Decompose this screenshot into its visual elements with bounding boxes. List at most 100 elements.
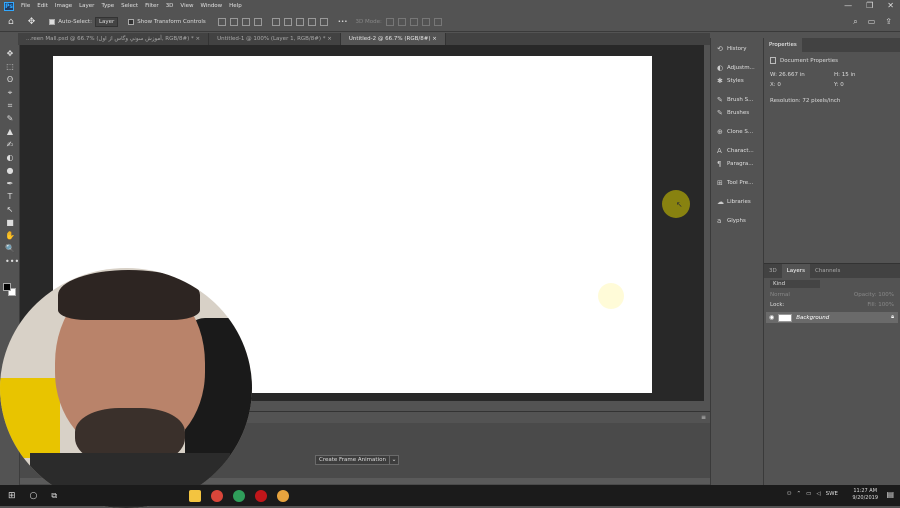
chrome-icon[interactable]: [211, 489, 224, 502]
type-tool-icon[interactable]: T: [5, 192, 15, 201]
distribute-spacing-icon[interactable]: [319, 17, 328, 26]
tab-untitled-2[interactable]: Untitled-2 @ 66.7% (RGB/8#) ×: [340, 33, 446, 45]
move-tool-icon[interactable]: ✥: [5, 49, 15, 58]
menu-type[interactable]: Type: [101, 3, 114, 9]
tab-layers[interactable]: Layers: [781, 264, 810, 278]
chrome-icon[interactable]: [277, 489, 290, 502]
pen-tool-icon[interactable]: ✒: [5, 179, 15, 188]
workspace-icon[interactable]: ▭: [868, 17, 876, 26]
tab-close-icon[interactable]: ×: [327, 36, 332, 42]
auto-select-checkbox[interactable]: [49, 18, 56, 25]
rectangle-tool-icon[interactable]: ■: [5, 218, 15, 227]
file-explorer-icon[interactable]: [189, 489, 202, 502]
align-bottom-icon[interactable]: [295, 17, 304, 26]
search-icon[interactable]: ⌕: [853, 17, 857, 27]
network-icon[interactable]: ▭: [806, 491, 811, 497]
lasso-tool-icon[interactable]: ʘ: [5, 75, 15, 84]
menu-image[interactable]: Image: [55, 3, 72, 9]
dock-libraries[interactable]: ☁ Libraries: [711, 195, 763, 208]
width-value[interactable]: 26.667 in: [779, 72, 805, 78]
fill-value[interactable]: 100%: [878, 302, 894, 308]
distribute-icon[interactable]: [253, 17, 262, 26]
people-icon[interactable]: ⚇: [787, 491, 792, 497]
dock-adjustments[interactable]: ◐ Adjustm...: [711, 61, 763, 74]
search-icon[interactable]: ○: [30, 491, 38, 501]
tab-channels[interactable]: Channels: [810, 264, 845, 278]
show-transform-option[interactable]: Show Transform Controls: [128, 18, 206, 25]
timeline-menu-icon[interactable]: ≡: [701, 414, 706, 421]
eraser-tool-icon[interactable]: ●: [5, 166, 15, 175]
clone-stamp-tool-icon[interactable]: ◐: [5, 153, 15, 162]
tab-properties[interactable]: Properties: [764, 38, 802, 52]
notifications-icon[interactable]: ▤: [886, 490, 894, 499]
minimize-button[interactable]: —: [844, 1, 852, 10]
distribute-vertical-icon[interactable]: [307, 17, 316, 26]
align-top-icon[interactable]: [271, 17, 280, 26]
quick-select-tool-icon[interactable]: ⌖: [5, 88, 15, 97]
chevron-up-icon[interactable]: ⌃: [797, 491, 802, 497]
tab-green-mall[interactable]: ...reen Mall.psd @ 66.7% (آموزش سوني وگا…: [18, 33, 210, 45]
dock-clone-source[interactable]: ⊕ Clone S...: [711, 125, 763, 138]
tab-3d[interactable]: 3D: [764, 264, 782, 278]
dock-brush-settings[interactable]: ✎ Brush S...: [711, 93, 763, 106]
menu-layer[interactable]: Layer: [79, 3, 94, 9]
menu-file[interactable]: File: [21, 3, 30, 9]
align-middle-icon[interactable]: [283, 17, 292, 26]
menu-select[interactable]: Select: [121, 3, 138, 9]
dock-glyphs[interactable]: a Glyphs: [711, 214, 763, 227]
x-value[interactable]: 0: [777, 82, 781, 88]
3d-scale-icon[interactable]: [433, 17, 442, 26]
dock-paragraph[interactable]: ¶ Paragra...: [711, 157, 763, 170]
system-clock[interactable]: 11:27 AM 9/20/2019: [852, 488, 878, 502]
chrome-icon[interactable]: [233, 489, 246, 502]
menu-help[interactable]: Help: [229, 3, 242, 9]
windows-start-icon[interactable]: ⊞: [8, 491, 16, 501]
kind-filter[interactable]: Kind: [770, 280, 820, 288]
auto-select-option[interactable]: Auto-Select: Layer: [49, 16, 119, 27]
foreground-color-swatch[interactable]: [3, 283, 11, 291]
marquee-tool-icon[interactable]: ⬚: [5, 62, 15, 71]
create-frame-animation-button[interactable]: Create Frame Animation: [315, 455, 390, 465]
3d-pan-icon[interactable]: [409, 17, 418, 26]
move-tool-icon[interactable]: ✥: [28, 17, 36, 27]
frame-animation-dropdown[interactable]: ⌄: [389, 455, 399, 465]
brush-tool-icon[interactable]: ✍: [5, 140, 15, 149]
language-indicator[interactable]: SWE: [826, 491, 838, 497]
healing-tool-icon[interactable]: ▲: [5, 127, 15, 136]
close-button[interactable]: ✕: [887, 1, 894, 10]
menu-view[interactable]: View: [180, 3, 193, 9]
tab-close-icon[interactable]: ×: [432, 36, 437, 42]
3d-slide-icon[interactable]: [421, 17, 430, 26]
align-center-icon[interactable]: [229, 17, 238, 26]
eyedropper-tool-icon[interactable]: ✎: [5, 114, 15, 123]
crop-tool-icon[interactable]: ⌗: [5, 101, 15, 110]
restore-button[interactable]: ❐: [866, 1, 873, 10]
more-options-icon[interactable]: •••: [338, 19, 348, 25]
dock-brushes[interactable]: ✎ Brushes: [711, 106, 763, 119]
menu-edit[interactable]: Edit: [37, 3, 48, 9]
dock-styles[interactable]: ✱ Styles: [711, 74, 763, 87]
dock-character[interactable]: A Charact...: [711, 144, 763, 157]
share-icon[interactable]: ⇪: [885, 17, 892, 26]
task-view-icon[interactable]: ⧉: [51, 491, 57, 501]
home-icon[interactable]: ⌂: [8, 17, 14, 27]
3d-roll-icon[interactable]: [397, 17, 406, 26]
layer-background[interactable]: ◉ Background 🔒︎: [766, 312, 898, 323]
show-transform-checkbox[interactable]: [128, 18, 135, 25]
tab-close-icon[interactable]: ×: [196, 36, 201, 42]
3d-rotate-icon[interactable]: [385, 17, 394, 26]
auto-select-dropdown[interactable]: Layer: [94, 16, 119, 27]
y-value[interactable]: 0: [840, 82, 844, 88]
align-right-icon[interactable]: [241, 17, 250, 26]
path-select-tool-icon[interactable]: ↖: [5, 205, 15, 214]
dock-tool-presets[interactable]: ⊞ Tool Pre...: [711, 176, 763, 189]
tab-untitled-1[interactable]: Untitled-1 @ 100% (Layer 1, RGB/8#) * ×: [209, 33, 341, 45]
height-value[interactable]: 15 in: [842, 72, 856, 78]
record-icon[interactable]: [255, 489, 268, 502]
align-left-icon[interactable]: [217, 17, 226, 26]
hand-tool-icon[interactable]: ✋: [5, 231, 15, 240]
opacity-value[interactable]: 100%: [878, 292, 894, 298]
more-tools-icon[interactable]: •••: [5, 257, 19, 266]
volume-icon[interactable]: ◁: [816, 491, 820, 497]
blend-mode-select[interactable]: Normal: [770, 292, 790, 298]
